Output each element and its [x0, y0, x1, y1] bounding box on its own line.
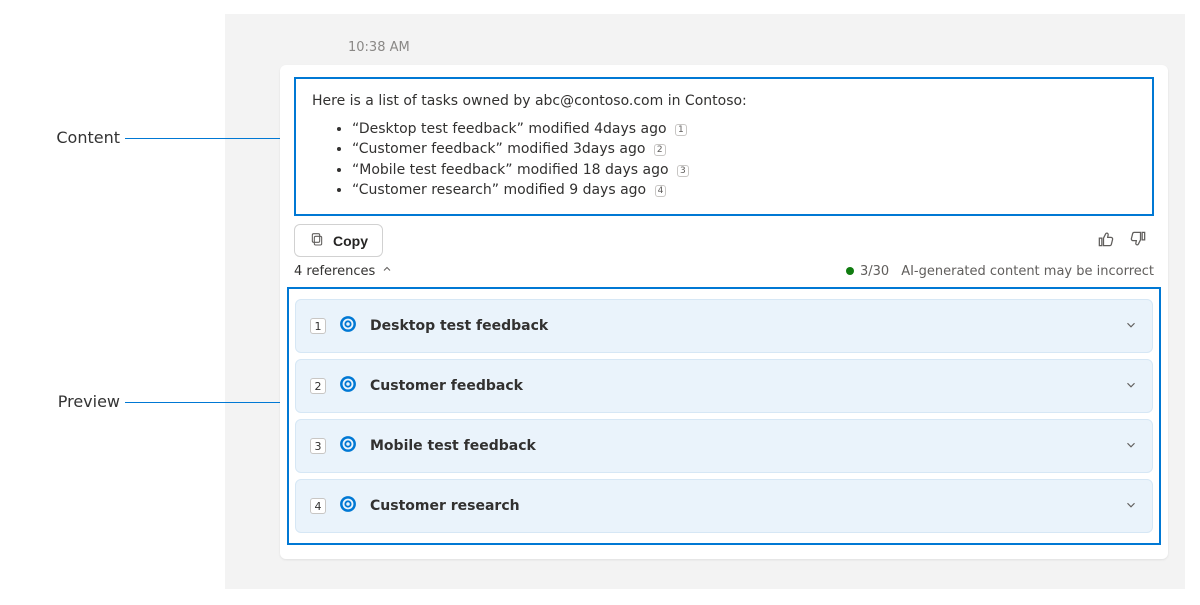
callout-preview-line [125, 402, 287, 403]
content-item-text: “Customer feedback” modified 3days ago [352, 141, 645, 157]
usage-counter: 3/30 [860, 264, 889, 279]
footnote-ref[interactable]: 3 [677, 165, 689, 177]
callout-content-line [125, 138, 294, 139]
content-intro-text: Here is a list of tasks owned by abc@con… [312, 93, 1136, 109]
status-dot-icon [846, 267, 854, 275]
content-item: “Desktop test feedback” modified 4days a… [352, 119, 1136, 139]
reference-title: Customer feedback [370, 378, 1112, 394]
references-header-row: 4 references 3/30 AI-generated content m… [280, 257, 1168, 285]
content-item: “Customer research” modified 9 days ago … [352, 180, 1136, 200]
thumbs-up-icon [1096, 237, 1116, 252]
loop-icon [338, 494, 358, 518]
reference-item[interactable]: 2 Customer feedback [295, 359, 1153, 413]
content-item: “Customer feedback” modified 3days ago 2 [352, 139, 1136, 159]
reference-item[interactable]: 4 Customer research [295, 479, 1153, 533]
footnote-ref[interactable]: 4 [655, 185, 667, 197]
content-item-text: “Desktop test feedback” modified 4days a… [352, 121, 667, 137]
action-row: Copy [280, 224, 1168, 257]
callout-preview-label: Preview [50, 392, 120, 411]
copy-button[interactable]: Copy [294, 224, 383, 257]
chevron-down-icon [1124, 377, 1138, 396]
chevron-down-icon [1124, 317, 1138, 336]
loop-icon [338, 434, 358, 458]
footnote-ref[interactable]: 2 [654, 144, 666, 156]
content-item-text: “Mobile test feedback” modified 18 days … [352, 162, 669, 178]
reference-number: 2 [310, 378, 326, 394]
copy-icon [309, 231, 325, 250]
content-list: “Desktop test feedback” modified 4days a… [312, 119, 1136, 200]
content-item: “Mobile test feedback” modified 18 days … [352, 160, 1136, 180]
reference-title: Desktop test feedback [370, 318, 1112, 334]
chevron-down-icon [1124, 497, 1138, 516]
reference-number: 4 [310, 498, 326, 514]
thumbs-up-button[interactable] [1090, 225, 1122, 256]
reference-item[interactable]: 1 Desktop test feedback [295, 299, 1153, 353]
callout-content-label: Content [50, 128, 120, 147]
ai-disclaimer: AI-generated content may be incorrect [901, 264, 1154, 279]
references-toggle[interactable]: 4 references [294, 263, 393, 279]
reference-title: Mobile test feedback [370, 438, 1112, 454]
references-label: 4 references [294, 264, 375, 279]
thumbs-down-icon [1128, 237, 1148, 252]
thumbs-down-button[interactable] [1122, 225, 1154, 256]
footnote-ref[interactable]: 1 [675, 124, 687, 136]
reference-item[interactable]: 3 Mobile test feedback [295, 419, 1153, 473]
preview-section: 1 Desktop test feedback 2 Customer feedb… [287, 287, 1161, 545]
reference-title: Customer research [370, 498, 1112, 514]
loop-icon [338, 374, 358, 398]
message-timestamp: 10:38 AM [348, 40, 410, 55]
reference-number: 3 [310, 438, 326, 454]
reference-number: 1 [310, 318, 326, 334]
ai-response-card: Here is a list of tasks owned by abc@con… [280, 65, 1168, 559]
chevron-up-icon [381, 263, 393, 279]
content-section: Here is a list of tasks owned by abc@con… [294, 77, 1154, 216]
loop-icon [338, 314, 358, 338]
copy-button-label: Copy [333, 233, 368, 249]
chevron-down-icon [1124, 437, 1138, 456]
content-item-text: “Customer research” modified 9 days ago [352, 182, 646, 198]
